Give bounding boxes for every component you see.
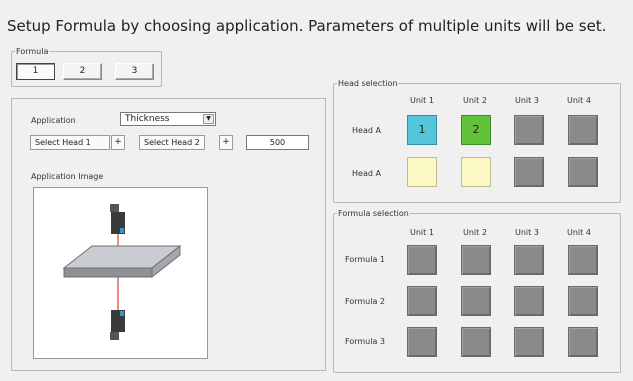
formula-1-unit-2-tile[interactable] <box>461 245 491 275</box>
formula-1-unit-4-tile[interactable] <box>568 245 598 275</box>
head-b-unit-4-tile[interactable] <box>568 157 598 187</box>
formula-1-unit-3-tile[interactable] <box>514 245 544 275</box>
formula-3-unit-4-tile[interactable] <box>568 327 598 357</box>
formula-3-unit-3-tile[interactable] <box>514 327 544 357</box>
formula-button-2[interactable]: 2 <box>63 63 102 80</box>
application-dropdown-value: Thickness <box>125 114 170 124</box>
formula-3-unit-2-tile[interactable] <box>461 327 491 357</box>
head-a-unit-1-tile[interactable]: 1 <box>407 115 437 145</box>
formula-3-unit-1-tile[interactable] <box>407 327 437 357</box>
formula-col-unit-3: Unit 3 <box>515 228 539 237</box>
head-row-label-1: Head A <box>352 126 381 135</box>
formula-row-label-3: Formula 3 <box>345 337 385 346</box>
head-col-unit-2: Unit 2 <box>463 96 487 105</box>
formula-group-legend: Formula <box>16 47 49 56</box>
application-label: Application <box>31 116 76 125</box>
formula-row-label-2: Formula 2 <box>345 297 385 306</box>
plus-operator-2[interactable]: + <box>219 135 233 150</box>
page-title: Setup Formula by choosing application. P… <box>7 17 607 35</box>
head-a-unit-3-tile[interactable] <box>514 115 544 145</box>
head-a-unit-4-tile[interactable] <box>568 115 598 145</box>
head-col-unit-3: Unit 3 <box>515 96 539 105</box>
formula-col-unit-4: Unit 4 <box>567 228 591 237</box>
formula-button-1[interactable]: 1 <box>16 63 55 80</box>
application-image-label: Application Image <box>31 172 104 181</box>
head-b-unit-1-tile[interactable] <box>407 157 437 187</box>
formula-col-unit-1: Unit 1 <box>410 228 434 237</box>
bottom-sensor-icon <box>110 310 125 340</box>
value-input[interactable]: 500 <box>246 135 309 150</box>
thickness-diagram <box>62 204 182 340</box>
formula-row-label-1: Formula 1 <box>345 255 385 264</box>
head-selection-legend: Head selection <box>338 79 398 88</box>
plate-icon <box>62 244 182 279</box>
top-sensor-icon <box>110 204 125 234</box>
formula-button-3[interactable]: 3 <box>115 63 154 80</box>
head-b-unit-3-tile[interactable] <box>514 157 544 187</box>
formula-2-unit-3-tile[interactable] <box>514 286 544 316</box>
formula-2-unit-4-tile[interactable] <box>568 286 598 316</box>
formula-selection-legend: Formula selection <box>338 209 409 218</box>
select-head-1[interactable]: Select Head 1 <box>30 135 110 150</box>
formula-col-unit-2: Unit 2 <box>463 228 487 237</box>
formula-1-unit-1-tile[interactable] <box>407 245 437 275</box>
head-col-unit-4: Unit 4 <box>567 96 591 105</box>
select-head-2[interactable]: Select Head 2 <box>139 135 205 150</box>
head-col-unit-1: Unit 1 <box>410 96 434 105</box>
chevron-down-icon[interactable]: ▼ <box>203 114 214 124</box>
head-a-unit-2-tile[interactable]: 2 <box>461 115 491 145</box>
formula-2-unit-2-tile[interactable] <box>461 286 491 316</box>
formula-2-unit-1-tile[interactable] <box>407 286 437 316</box>
plus-operator-1[interactable]: + <box>111 135 125 150</box>
application-dropdown[interactable]: Thickness ▼ <box>120 112 216 126</box>
head-b-unit-2-tile[interactable] <box>461 157 491 187</box>
head-row-label-2: Head A <box>352 169 381 178</box>
application-image <box>33 187 208 359</box>
